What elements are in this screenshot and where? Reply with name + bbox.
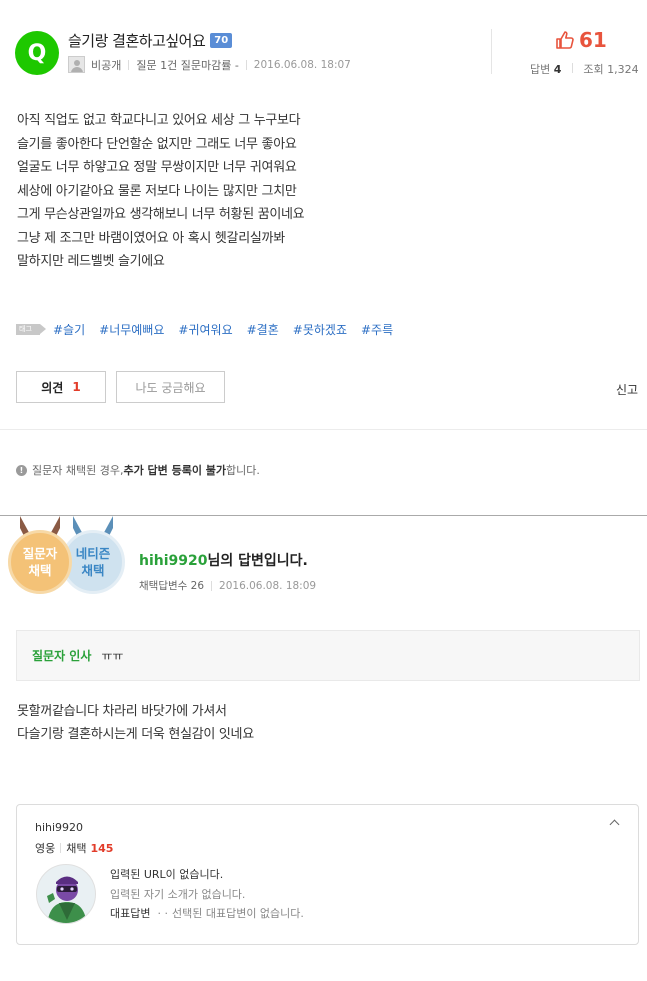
body-line: 아직 직업도 없고 학교다니고 있어요 세상 그 누구보다: [17, 113, 301, 128]
tag-link[interactable]: #슬기: [53, 321, 85, 338]
body-line: 다슬기랑 결혼하시는게 더욱 현실감이 잇네요: [17, 727, 254, 742]
answers-count: 4: [553, 63, 562, 76]
like-button[interactable]: 61: [555, 28, 607, 52]
answer-meta: 채택답변수 26 2016.06.08. 18:09: [139, 578, 316, 593]
question-body: 아직 직업도 없고 학교다니고 있어요 세상 그 누구보다 슬기를 좋아한다 단…: [17, 109, 537, 274]
answer-user-id[interactable]: hihi9920: [139, 553, 208, 569]
answerer-profile-card: hihi9920 영웅 채택 145 입력된 URL이 없습니다. 입력된 자기…: [16, 804, 639, 945]
divider: [211, 580, 213, 591]
notice-suffix: 합니다.: [226, 464, 260, 477]
question-title-row: 슬기랑 결혼하고싶어요 70: [68, 30, 233, 51]
opinion-label: 의견: [41, 380, 64, 395]
profile-url: 입력된 URL이 없습니다.: [110, 868, 224, 881]
body-line: 슬기를 좋아한다 단언할순 없지만 그래도 너무 좋아요: [17, 136, 297, 152]
section-divider: [0, 429, 647, 430]
body-line: 못할꺼같습니다 차라리 바닷가에 가셔서: [17, 704, 227, 719]
medal-text: 질문자: [22, 546, 58, 561]
rep-answer-label: 대표답변: [110, 907, 151, 920]
me-too-curious-button[interactable]: 나도 궁금해요: [116, 371, 225, 403]
divider: [60, 843, 62, 853]
answer-heading: hihi9920님의 답변입니다.: [139, 550, 308, 570]
divider: [128, 59, 130, 70]
notice-prefix: 질문자 채택된 경우,: [32, 464, 124, 477]
question-stats: 답변 4 조회 1,324: [530, 61, 639, 77]
question-date: 2016.06.08. 18:07: [253, 58, 351, 71]
tag-link[interactable]: #너무예뻐요: [99, 321, 164, 338]
rank-label: 영웅: [35, 842, 56, 855]
answer-date: 2016.06.08. 18:09: [219, 579, 317, 592]
greeting-text: ㅠㅠ: [101, 649, 124, 663]
thumbs-up-icon: [556, 31, 574, 49]
medal-text: 채택: [81, 563, 105, 578]
user-avatar-icon: [68, 56, 85, 73]
tag-label-icon: 태그: [16, 324, 46, 335]
header-divider: [491, 29, 492, 74]
tag-link[interactable]: #못하겠죠: [293, 321, 347, 338]
medal-text: 채택: [28, 563, 52, 578]
medal-text: 네티즌: [75, 546, 111, 561]
divider: [245, 59, 247, 70]
hero-avatar-icon: [47, 876, 87, 923]
profile-rep-answer: 대표답변 · · 선택된 대표답변이 없습니다.: [110, 904, 304, 924]
views-label: 조회: [583, 63, 604, 76]
chevron-up-icon[interactable]: [609, 819, 620, 830]
profile-intro: 입력된 자기 소개가 없습니다.: [110, 887, 246, 901]
answer-divider: [0, 515, 647, 516]
question-meta: 비공개 질문 1건 질문마감률 - 2016.06.08. 18:07: [68, 56, 351, 73]
tag-link[interactable]: #결혼: [247, 321, 279, 338]
like-count: 61: [579, 28, 607, 52]
profile-name[interactable]: hihi9920: [35, 821, 83, 834]
dots-icon: · ·: [157, 907, 168, 920]
answer-heading-suffix: 님의 답변입니다.: [207, 553, 308, 569]
answers-label: 답변: [530, 63, 551, 76]
info-icon: !: [16, 464, 27, 476]
body-line: 그게 무슨상관일까요 생각해보니 너무 허황된 꿈이네요: [17, 207, 305, 222]
tag-link[interactable]: #주륵: [361, 321, 393, 338]
questioner-adopted-medal-icon: 질문자 채택: [8, 530, 72, 594]
bounty-badge: 70: [210, 33, 233, 48]
profile-avatar[interactable]: [36, 864, 96, 924]
body-line: 얼굴도 너무 하얗고요 정말 무쌍이지만 너무 귀여워요: [17, 160, 297, 175]
answer-body: 못할꺼같습니다 차라리 바닷가에 가셔서 다슬기랑 결혼하시는게 더욱 현실감이…: [17, 700, 254, 746]
tag-list: 태그 #슬기 #너무예뻐요 #귀여워요 #결혼 #못하겠죠 #주륵: [16, 321, 407, 338]
opinion-count: 1: [72, 380, 81, 394]
body-line: 그냥 제 조그만 바램이였어요 아 혹시 헷갈리실까봐: [17, 230, 285, 246]
body-line: 말하지만 레드벨벳 슬기에요: [17, 254, 165, 269]
questioner-greeting: 질문자 인사 ㅠㅠ: [16, 630, 640, 681]
adopt-label: 채택: [66, 842, 87, 855]
body-line: 세상에 아기같아요 물론 저보다 나이는 많지만 그치만: [17, 183, 297, 199]
question-author[interactable]: 비공개: [91, 57, 121, 73]
question-info: 질문 1건 질문마감률 -: [136, 58, 239, 72]
profile-details: 입력된 URL이 없습니다. 입력된 자기 소개가 없습니다. 대표답변 · · 선…: [110, 865, 304, 924]
adopted-count: 26: [190, 579, 205, 592]
greeting-label: 질문자 인사: [32, 649, 92, 663]
adopt-count: 145: [90, 841, 114, 855]
tag-link[interactable]: #귀여워요: [178, 321, 232, 338]
opinion-button[interactable]: 의견 1: [16, 371, 106, 403]
adoption-notice: ! 질문자 채택된 경우, 추가 답변 등록이 불가 합니다.: [16, 462, 260, 478]
rep-answer-text: 선택된 대표답변이 없습니다.: [171, 907, 304, 920]
adopted-label: 채택답변수: [139, 580, 188, 592]
notice-bold: 추가 답변 등록이 불가: [123, 464, 227, 477]
report-link[interactable]: 신고: [616, 381, 638, 398]
divider: [571, 63, 573, 73]
question-title: 슬기랑 결혼하고싶어요: [68, 32, 206, 50]
profile-rank: 영웅 채택 145: [35, 840, 113, 856]
views-count: 1,324: [607, 63, 639, 76]
question-icon: Q: [15, 31, 59, 75]
